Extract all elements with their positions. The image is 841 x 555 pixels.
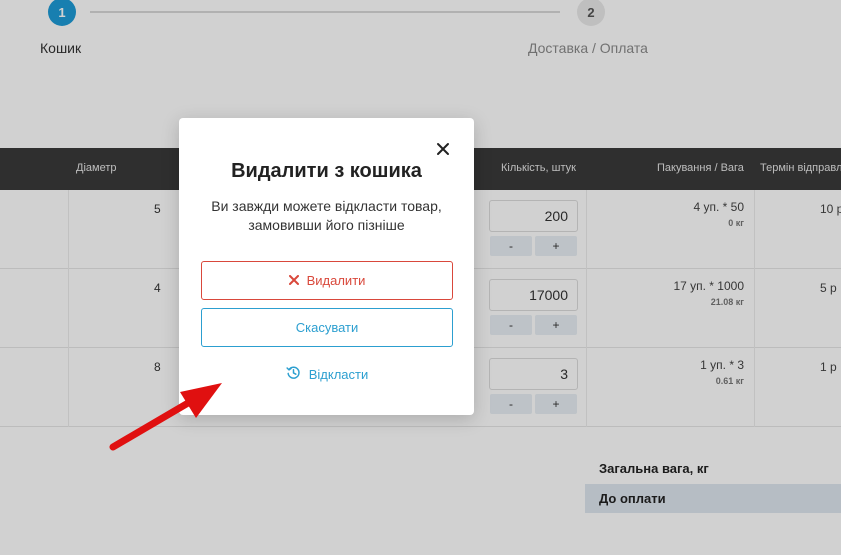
x-icon xyxy=(288,273,307,288)
delete-button-label: Видалити xyxy=(306,273,366,288)
modal-title: Видалити з кошика xyxy=(231,160,422,182)
delete-button[interactable]: Видалити xyxy=(201,261,453,300)
close-icon[interactable] xyxy=(436,142,450,156)
delete-from-cart-modal: Видалити з кошика Ви завжди можете відкл… xyxy=(179,118,474,415)
clock-history-icon xyxy=(286,365,309,383)
postpone-button-label: Відкласти xyxy=(308,366,369,382)
cancel-button-label: Скасувати xyxy=(295,320,359,335)
postpone-button[interactable]: Відкласти xyxy=(201,362,453,386)
cancel-button[interactable]: Скасувати xyxy=(201,308,453,347)
modal-description: Ви завжди можете відкласти товар, замови… xyxy=(211,198,442,233)
